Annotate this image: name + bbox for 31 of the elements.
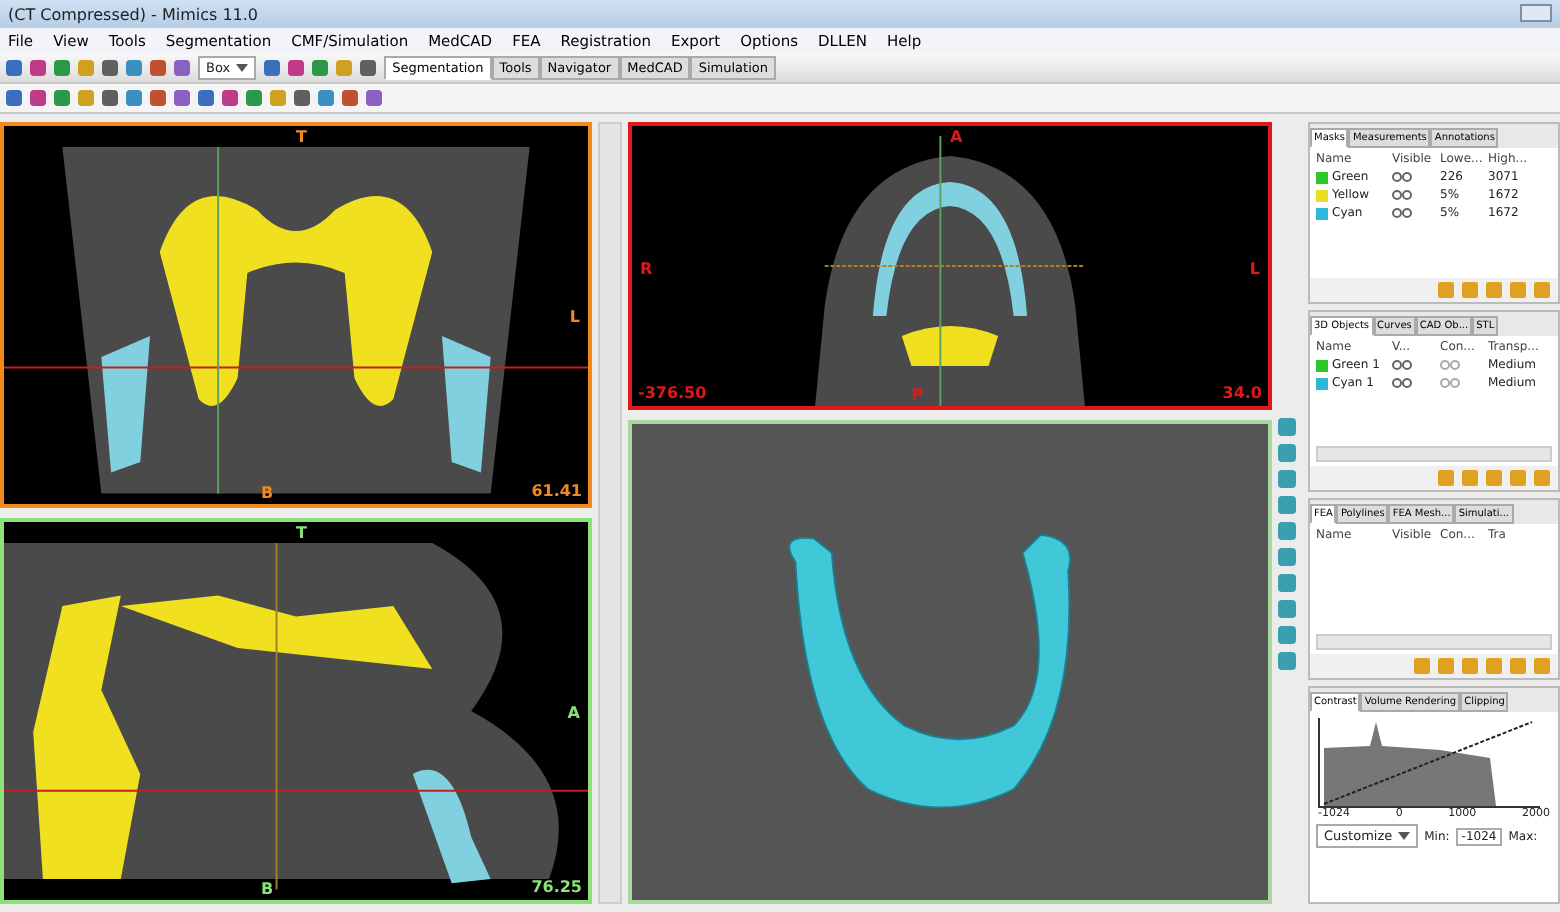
glasses-icon xyxy=(1392,208,1412,218)
horizontal-scrollbar[interactable] xyxy=(1316,634,1552,651)
minimize-button[interactable] xyxy=(1520,4,1552,22)
horizontal-scrollbar[interactable] xyxy=(1316,446,1552,463)
orientation-label: P xyxy=(911,386,924,404)
glasses-icon xyxy=(1392,360,1412,371)
orientation-label: B xyxy=(260,484,274,502)
orientation-label: T xyxy=(296,128,307,146)
glasses-icon xyxy=(1392,378,1412,389)
vertical-scrollbar[interactable] xyxy=(598,122,622,904)
slice-position: 76.25 xyxy=(531,878,582,896)
orientation-label: R xyxy=(640,260,653,279)
orientation-label: T xyxy=(296,524,307,542)
slice-position: -376.50 xyxy=(638,384,707,402)
orientation-label: A xyxy=(567,703,580,722)
orientation-label: B xyxy=(260,880,274,898)
caret-icon xyxy=(1398,832,1411,841)
glasses-icon xyxy=(1440,378,1460,389)
glasses-icon xyxy=(1392,172,1412,182)
glasses-icon xyxy=(1440,360,1460,371)
caret-icon xyxy=(236,64,249,72)
slice-position: 61.41 xyxy=(531,482,582,500)
coronal-view[interactable]: T B L 61.41 xyxy=(0,122,592,508)
axial-view[interactable]: A P R L -376.50 34.0 xyxy=(628,122,1272,410)
glasses-icon xyxy=(1392,190,1412,200)
orientation-label: A xyxy=(950,128,963,146)
orientation-label: L xyxy=(1249,260,1260,279)
window-title: (CT Compressed) - Mimics 11.0 xyxy=(8,5,259,23)
sagittal-view[interactable]: T B A 76.25 xyxy=(0,518,592,904)
orientation-label: L xyxy=(569,307,580,326)
slice-position: 34.0 xyxy=(1222,384,1262,402)
